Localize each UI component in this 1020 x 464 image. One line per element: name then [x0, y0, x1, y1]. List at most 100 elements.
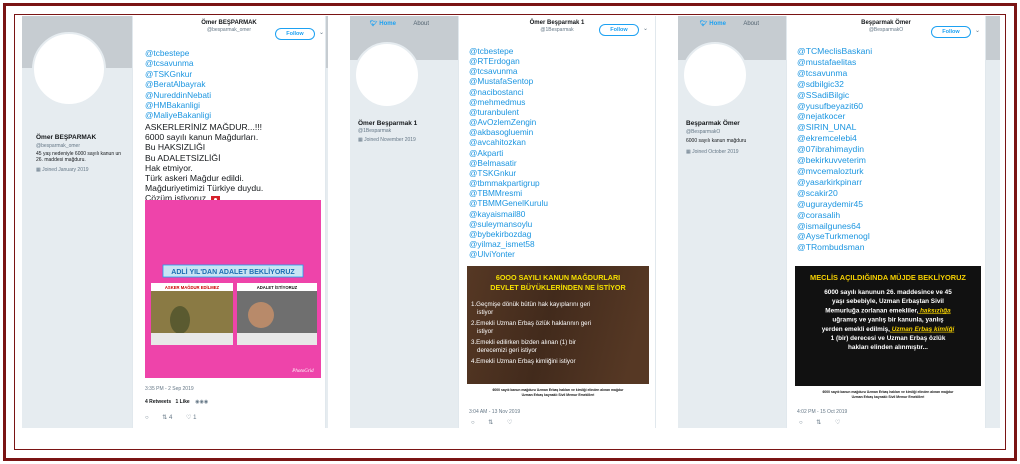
image-body-line: yaşı sebebiyle, Uzman Erbaştan Sivil [832, 298, 944, 305]
mention-link[interactable]: @TSKGnkur [469, 168, 548, 178]
image-item-text: 4.Emekli Uzman Erbaş kimliğini istiyor [471, 358, 576, 365]
mention-link[interactable]: @RTErdogan [469, 56, 548, 66]
profile-handle: @1Besparmak [358, 128, 392, 134]
like-icon[interactable]: ♡ [835, 420, 840, 426]
mention-link[interactable]: @corasalih [797, 210, 872, 221]
mention-link[interactable]: @Akparti [469, 148, 548, 158]
mention-link[interactable]: @bybekirbozdag [469, 229, 548, 239]
mention-link[interactable]: @yilmaz_ismet58 [469, 239, 548, 249]
mention-list: @tcbestepe @tcsavunma @TSKGnkur @BeratAlbay… [145, 48, 211, 121]
mention-link[interactable]: @HMBakanligi [145, 100, 211, 110]
mention-link[interactable]: @MaliyeBakanligi [145, 110, 211, 120]
liker-avatars[interactable]: ◉◉◉ [195, 399, 208, 405]
tweet-image[interactable]: ADLİ YIL'DAN ADALET BEKLİYORUZ ASKER MAĞ… [145, 200, 321, 378]
engagement-row: 4 Retweets 1 Like ◉◉◉ [145, 399, 208, 405]
mention-link[interactable]: @avcahitozkan [469, 137, 548, 147]
joined-date: Joined November 2019 [364, 137, 416, 143]
image-left-caption: ASKER MAĞDUR EDİLMEZ [165, 285, 220, 290]
reply-icon[interactable]: ○ [799, 420, 803, 426]
mention-link[interactable]: @akbasogluemin [469, 127, 548, 137]
mention-link[interactable]: @bekirkuvveterim [797, 155, 872, 166]
mention-link[interactable]: @yasarkirkpinarr [797, 177, 872, 188]
profile-name: Beşparmak Ömer [686, 120, 740, 127]
mention-link[interactable]: @tbmmakpartigrup [469, 178, 548, 188]
like-count: 1 [193, 415, 197, 421]
mention-link[interactable]: @tcsavunma [145, 58, 211, 68]
nav-about[interactable]: About [413, 21, 429, 27]
mention-link[interactable]: @mvcemalozturk [797, 166, 872, 177]
tweet-text-line: Türk askeri Mağdur edildi. [145, 173, 263, 183]
mention-link[interactable]: @TSKGnkur [145, 69, 211, 79]
mention-link[interactable]: @Belmasatir [469, 158, 548, 168]
mention-link[interactable]: @BeratAlbayrak [145, 79, 211, 89]
mention-link[interactable]: @SSadiBilgic [797, 90, 872, 101]
tweet-image[interactable]: MECLİS AÇILDIĞINDA MÜJDE BEKLİYORUZ 6000… [795, 266, 981, 406]
profile-bio: 6000 sayılı kanun mağduru [686, 138, 747, 144]
retweets-count[interactable]: 4 Retweets [145, 399, 171, 405]
mention-link[interactable]: @TRombudsman [797, 242, 872, 253]
mention-link[interactable]: @AyseTurkmenogl [797, 231, 872, 242]
mention-link[interactable]: @mustafaelitas [797, 57, 872, 68]
mention-link[interactable]: @scakir20 [797, 188, 872, 199]
mention-link[interactable]: @uguraydemir45 [797, 199, 872, 210]
tweet-card: Beşparmak Ömer @BesparmakO Follow ⌄ @TCM… [786, 16, 986, 428]
mention-link[interactable]: @sdbilgic32 [797, 79, 872, 90]
profile-avatar[interactable] [354, 42, 420, 108]
profile-avatar[interactable] [32, 32, 106, 106]
profile-avatar[interactable] [682, 42, 748, 108]
chevron-down-icon[interactable]: ⌄ [975, 27, 980, 34]
reply-icon[interactable]: ○ [145, 415, 149, 421]
nav-about[interactable]: About [743, 21, 759, 27]
mention-list: @tcbestepe @RTErdogan @tcsavunma @MustafaSe… [469, 46, 548, 259]
profile-name: Ömer BEŞPARMAK [36, 134, 97, 141]
mention-link[interactable]: @SIRIN_UNAL [797, 122, 872, 133]
follow-button[interactable]: Follow [931, 26, 971, 38]
likes-count[interactable]: 1 Like [176, 399, 190, 405]
image-body-line: Memurluğa zorlanan emekliler, haksızlığa [825, 307, 951, 314]
retweet-icon[interactable]: ⇅ 4 [162, 415, 172, 421]
tweet-card: Ömer Beşparmak 1 @1Besparmak Follow ⌄ @t… [458, 16, 656, 428]
mention-link[interactable]: @kayaismail80 [469, 209, 548, 219]
mention-link[interactable]: @nacibostanci [469, 87, 548, 97]
like-icon[interactable]: ♡ 1 [186, 415, 196, 421]
chevron-down-icon[interactable]: ⌄ [319, 29, 324, 36]
mention-link[interactable]: @TBMMresmi [469, 188, 548, 198]
follow-button[interactable]: Follow [599, 24, 639, 36]
mention-link[interactable]: @ekremcelebi4 [797, 133, 872, 144]
mention-link[interactable]: @nejatkocer [797, 111, 872, 122]
chevron-down-icon[interactable]: ⌄ [643, 25, 648, 32]
mention-list: @TCMeclisBaskani @mustafaelitas @tcsavunma… [797, 46, 872, 253]
like-icon[interactable]: ♡ [507, 420, 512, 426]
mention-link[interactable]: @07ibrahimaydin [797, 144, 872, 155]
retweet-icon[interactable]: ⇅ [488, 420, 493, 426]
mention-link[interactable]: @tcsavunma [797, 68, 872, 79]
mention-link[interactable]: @turanbulent [469, 107, 548, 117]
mention-link[interactable]: @AvOzlemZengin [469, 117, 548, 127]
retweet-icon[interactable]: ⇅ [816, 420, 821, 426]
tweet-timestamp[interactable]: 3:35 PM - 2 Sep 2019 [145, 386, 194, 392]
image-title: MECLİS AÇILDIĞINDA MÜJDE BEKLİYORUZ [810, 273, 966, 282]
nav-home[interactable]: 🐦︎ Home [700, 21, 734, 27]
profile-name: Ömer Beşparmak 1 [358, 120, 418, 127]
mention-link[interactable]: @TBMMGenelKurulu [469, 198, 548, 208]
mention-link[interactable]: @yusufbeyazit60 [797, 101, 872, 112]
mention-link[interactable]: @NureddinNebati [145, 90, 211, 100]
nav-home[interactable]: 🐦︎ Home [370, 21, 404, 27]
mention-link[interactable]: @tcbestepe [469, 46, 548, 56]
reply-icon[interactable]: ○ [471, 420, 475, 426]
mention-link[interactable]: @mehmedmus [469, 97, 548, 107]
profile-handle: @besparmak_omer [36, 143, 80, 149]
mention-link[interactable]: @TCMeclisBaskani [797, 46, 872, 57]
mention-link[interactable]: @tcbestepe [145, 48, 211, 58]
tweet-author-name[interactable]: Ömer BEŞPARMAK [133, 20, 325, 26]
mention-link[interactable]: @tcsavunma [469, 66, 548, 76]
follow-button[interactable]: Follow [275, 28, 315, 40]
tweet-timestamp[interactable]: 3:04 AM - 13 Nov 2019 [469, 409, 520, 415]
mention-link[interactable]: @ismailgunes64 [797, 221, 872, 232]
mention-link[interactable]: @suleymansoylu [469, 219, 548, 229]
mention-link[interactable]: @MustafaSentop [469, 76, 548, 86]
mention-link[interactable]: @UlviYonter [469, 249, 548, 259]
tweet-image[interactable]: 6OOO SAYILI KANUN MAĞDURLARI DEVLET BÜYÜ… [467, 266, 649, 406]
tweet-timestamp[interactable]: 4:02 PM - 15 Oct 2019 [797, 409, 847, 415]
tweet-actions: ○ ⇅ ♡ [799, 419, 852, 426]
